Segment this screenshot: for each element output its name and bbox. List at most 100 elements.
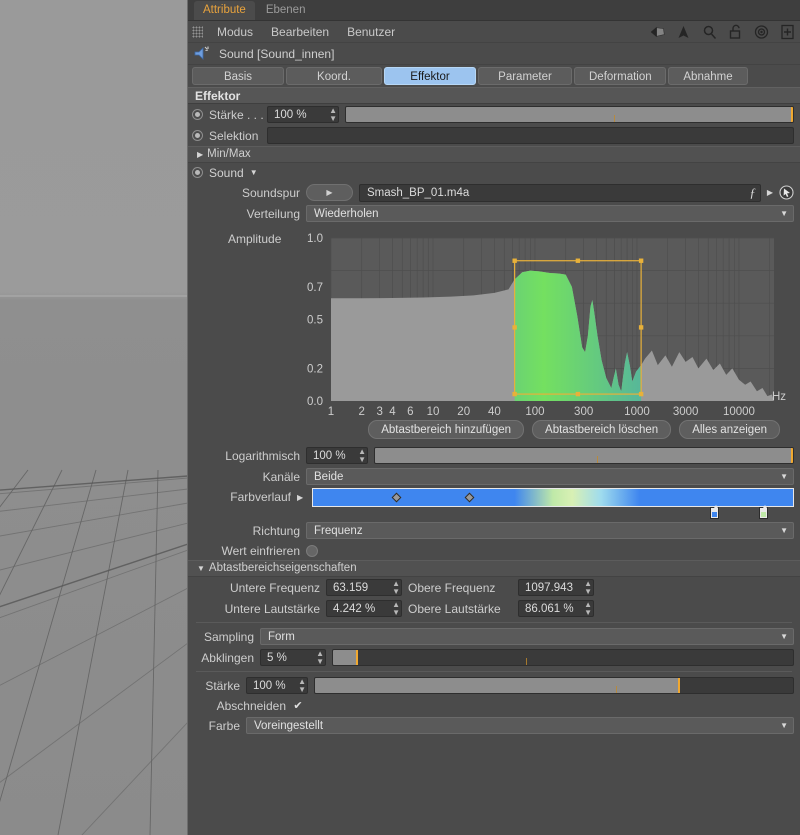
- gradient-knot[interactable]: [710, 505, 719, 519]
- tab-effektor[interactable]: Effektor: [384, 67, 476, 85]
- row-sound: Sound ▼: [188, 163, 800, 182]
- obere-lautstaerke-value: 86.061 %: [525, 602, 574, 615]
- abklingen-slider[interactable]: [332, 649, 794, 666]
- sampling-dropdown[interactable]: Form ▼: [260, 628, 794, 645]
- delete-sample-range-button[interactable]: Abtastbereich löschen: [532, 420, 672, 439]
- staerke-value-field[interactable]: 100 % ▲ ▼: [267, 106, 339, 123]
- group-minmax[interactable]: ▶ Min/Max: [188, 146, 800, 163]
- row-kanaele: Kanäle Beide ▼: [188, 466, 800, 487]
- menubar-icons: [649, 21, 796, 43]
- staerke-label: Stärke . . .: [209, 107, 264, 122]
- up-arrow-icon[interactable]: [675, 24, 692, 40]
- spinner-icon[interactable]: ▲ ▼: [388, 579, 400, 596]
- sound-object-icon: [194, 46, 209, 60]
- tab-abnahme[interactable]: Abnahme: [668, 67, 748, 85]
- tab-basis[interactable]: Basis: [192, 67, 284, 85]
- tab-parameter[interactable]: Parameter: [478, 67, 572, 85]
- gradient-bar[interactable]: [312, 487, 794, 507]
- gradient-knot[interactable]: [759, 505, 768, 519]
- selektion-field[interactable]: [267, 127, 794, 144]
- spectrum-graph[interactable]: Amplitude Hz 1 2 3 4 6 10 20 40 100 300 1000 3000 10…: [188, 224, 800, 418]
- abklingen-value-field[interactable]: 5 % ▲ ▼: [260, 649, 326, 666]
- row-lautstaerke: Untere Lautstärke 4.242 % ▲ ▼ Obere Lauts…: [188, 598, 800, 619]
- obere-lautstaerke-field[interactable]: 86.061 % ▲ ▼: [518, 600, 594, 617]
- untere-frequenz-field[interactable]: 63.159 ▲ ▼: [326, 579, 402, 596]
- kanaele-dropdown[interactable]: Beide ▼: [306, 468, 794, 485]
- row-abklingen: Abklingen 5 % ▲ ▼: [188, 647, 800, 668]
- untere-lautstaerke-field[interactable]: 4.242 % ▲ ▼: [326, 600, 402, 617]
- spinner-icon[interactable]: ▲ ▼: [580, 600, 592, 617]
- object-header[interactable]: Sound [Sound_innen]: [188, 43, 800, 65]
- divider: [196, 622, 792, 623]
- selektion-radio-icon[interactable]: [192, 130, 203, 141]
- menu-benutzer[interactable]: Benutzer: [338, 21, 404, 43]
- perspective-viewport[interactable]: [0, 0, 188, 835]
- row-frequenz: Untere Frequenz 63.159 ▲ ▼ Obere Frequenz…: [188, 577, 800, 598]
- gradient-interpolation-handle[interactable]: [391, 492, 402, 502]
- tab-deformation[interactable]: Deformation: [574, 67, 666, 85]
- spectrum-canvas[interactable]: 1 2 3 4 6 10 20 40 100 300 1000 3000 10000 0.0 0.2 0.5…: [188, 230, 800, 418]
- menu-bearbeiten[interactable]: Bearbeiten: [262, 21, 338, 43]
- spinner-icon[interactable]: ▲ ▼: [388, 600, 400, 617]
- document-tabs: Attribute Ebenen: [188, 0, 800, 21]
- staerke2-slider[interactable]: [314, 677, 794, 694]
- viewport-divider: [0, 0, 188, 835]
- farbe-value: Voreingestellt: [254, 719, 324, 732]
- row-richtung: Richtung Frequenz ▼: [188, 520, 800, 541]
- staerke-radio-icon[interactable]: [192, 109, 203, 120]
- attribute-manager: Attribute Ebenen Modus Bearbeiten Benutz…: [188, 0, 800, 835]
- unlock-icon[interactable]: [727, 24, 744, 40]
- tab-attribute[interactable]: Attribute: [194, 1, 255, 20]
- row-selektion: Selektion: [188, 125, 800, 146]
- add-box-icon[interactable]: [779, 24, 796, 40]
- row-abschneiden: Abschneiden ✔: [188, 696, 800, 715]
- tab-koord[interactable]: Koord.: [286, 67, 382, 85]
- minmax-label: Min/Max: [207, 148, 251, 160]
- verteilung-label: Verteilung: [246, 206, 300, 221]
- verteilung-dropdown[interactable]: Wiederholen ▼: [306, 205, 794, 222]
- spinner-icon[interactable]: ▲ ▼: [312, 649, 324, 666]
- svg-text:0.0: 0.0: [307, 396, 323, 408]
- untere-frequenz-value: 63.159: [333, 581, 369, 594]
- svg-text:1: 1: [328, 406, 334, 416]
- wert-einfrieren-toggle[interactable]: [306, 544, 318, 557]
- logarithmisch-value: 100 %: [313, 449, 346, 462]
- soundspur-play-button[interactable]: ▶: [306, 184, 353, 201]
- search-icon[interactable]: [701, 24, 718, 40]
- tab-ebenen[interactable]: Ebenen: [256, 1, 315, 20]
- menu-modus[interactable]: Modus: [208, 21, 262, 43]
- farbe-dropdown[interactable]: Voreingestellt ▼: [246, 717, 794, 734]
- fx-icon[interactable]: ƒ: [749, 185, 756, 201]
- obere-frequenz-value: 1097.943: [525, 581, 573, 594]
- spinner-icon[interactable]: ▲ ▼: [294, 677, 306, 694]
- gradient-interpolation-handle[interactable]: [464, 492, 475, 502]
- spinner-icon[interactable]: ▲ ▼: [580, 579, 592, 596]
- show-all-button[interactable]: Alles anzeigen: [679, 420, 780, 439]
- back-arrow-icon[interactable]: [649, 24, 666, 40]
- group-abtastbereich[interactable]: ▼ Abtastbereichseigenschaften: [188, 560, 800, 577]
- logarithmisch-value-field[interactable]: 100 % ▲ ▼: [306, 447, 368, 464]
- staerke2-value-field[interactable]: 100 % ▲ ▼: [246, 677, 308, 694]
- object-title: Sound [Sound_innen]: [219, 46, 335, 61]
- obere-frequenz-field[interactable]: 1097.943 ▲ ▼: [518, 579, 594, 596]
- spinner-icon[interactable]: ▲ ▼: [325, 106, 337, 123]
- svg-text:1000: 1000: [624, 406, 650, 416]
- soundspur-expand-icon[interactable]: ▶: [767, 188, 773, 197]
- logarithmisch-slider[interactable]: [374, 447, 794, 464]
- staerke-slider[interactable]: [345, 106, 794, 123]
- spinner-icon[interactable]: ▲ ▼: [354, 447, 366, 464]
- richtung-dropdown[interactable]: Frequenz ▼: [306, 522, 794, 539]
- abschneiden-label: Abschneiden: [216, 698, 286, 713]
- abklingen-value: 5 %: [267, 651, 287, 664]
- chevron-down-icon[interactable]: ▼: [250, 168, 258, 177]
- drag-gripper-icon[interactable]: [192, 25, 203, 38]
- abschneiden-checkbox[interactable]: ✔: [292, 699, 304, 712]
- soundspur-field[interactable]: Smash_BP_01.m4a ƒ: [359, 183, 761, 202]
- target-icon[interactable]: [753, 24, 770, 40]
- add-sample-range-button[interactable]: Abtastbereich hinzufügen: [368, 420, 525, 439]
- pick-cursor-icon[interactable]: [779, 185, 794, 200]
- farbverlauf-expand-icon[interactable]: ▶: [297, 493, 306, 502]
- row-logarithmisch: Logarithmisch 100 % ▲ ▼: [188, 445, 800, 466]
- chevron-down-icon: ▼: [780, 632, 788, 641]
- sound-radio-icon[interactable]: [192, 167, 203, 178]
